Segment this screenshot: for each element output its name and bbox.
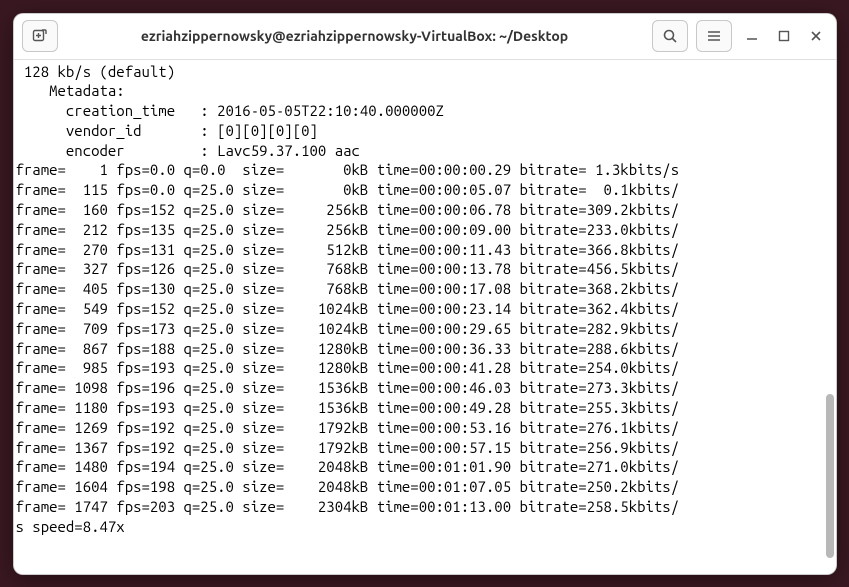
- new-tab-icon: [32, 28, 48, 44]
- terminal-content[interactable]: 128 kb/s (default) Metadata: creation_ti…: [14, 60, 836, 574]
- minimize-button[interactable]: [740, 24, 764, 48]
- hamburger-icon: [706, 28, 722, 44]
- menu-button[interactable]: [696, 20, 732, 52]
- close-icon: [810, 30, 822, 42]
- scrollbar[interactable]: [824, 60, 834, 574]
- titlebar: ezriahzippernowsky@ezriahzippernowsky-Vi…: [14, 14, 836, 60]
- terminal-window: ezriahzippernowsky@ezriahzippernowsky-Vi…: [13, 13, 837, 575]
- close-button[interactable]: [804, 24, 828, 48]
- window-title: ezriahzippernowsky@ezriahzippernowsky-Vi…: [66, 28, 644, 44]
- search-button[interactable]: [652, 20, 688, 52]
- new-tab-button[interactable]: [22, 20, 58, 52]
- window-controls: [740, 24, 828, 48]
- terminal-output: 128 kb/s (default) Metadata: creation_ti…: [16, 63, 680, 535]
- maximize-button[interactable]: [772, 24, 796, 48]
- search-icon: [662, 28, 678, 44]
- minimize-icon: [746, 30, 758, 42]
- scrollbar-thumb[interactable]: [826, 394, 834, 558]
- maximize-icon: [778, 30, 790, 42]
